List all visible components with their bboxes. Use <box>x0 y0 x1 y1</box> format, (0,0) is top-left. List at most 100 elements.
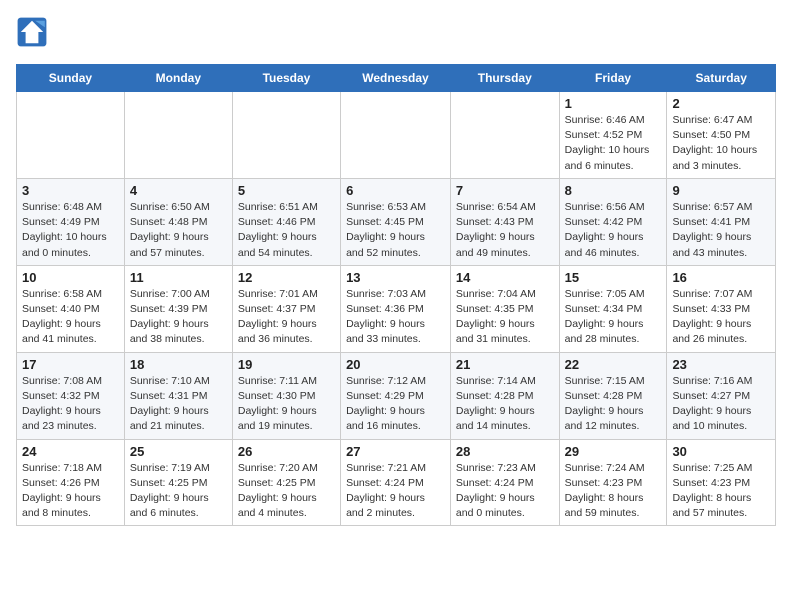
calendar-cell: 14Sunrise: 7:04 AM Sunset: 4:35 PM Dayli… <box>450 265 559 352</box>
day-info: Sunrise: 7:20 AM Sunset: 4:25 PM Dayligh… <box>238 461 335 522</box>
day-info: Sunrise: 6:54 AM Sunset: 4:43 PM Dayligh… <box>456 200 554 261</box>
day-info: Sunrise: 7:23 AM Sunset: 4:24 PM Dayligh… <box>456 461 554 522</box>
calendar-cell <box>450 92 559 179</box>
day-info: Sunrise: 7:08 AM Sunset: 4:32 PM Dayligh… <box>22 374 119 435</box>
day-number: 3 <box>22 183 119 198</box>
day-info: Sunrise: 7:01 AM Sunset: 4:37 PM Dayligh… <box>238 287 335 348</box>
day-number: 8 <box>565 183 662 198</box>
calendar-week-row: 10 Sunrise: 6:58 AM Sunset: 4:40 PM Dayli… <box>17 265 776 352</box>
day-number: 15 <box>565 270 662 285</box>
day-number: 21 <box>456 357 554 372</box>
day-info: Sunrise: 7:24 AM Sunset: 4:23 PM Dayligh… <box>565 461 662 522</box>
day-number: 10 <box>22 270 119 285</box>
calendar-cell: 21 Sunrise: 7:14 AM Sunset: 4:28 PM Dayli… <box>450 352 559 439</box>
day-number: 6 <box>346 183 445 198</box>
calendar-cell: 22 Sunrise: 7:15 AM Sunset: 4:28 PM Dayli… <box>559 352 667 439</box>
calendar-cell <box>124 92 232 179</box>
day-number: 16 <box>672 270 770 285</box>
logo-icon <box>16 16 48 48</box>
day-number: 29 <box>565 444 662 459</box>
calendar-cell: 20 Sunrise: 7:12 AM Sunset: 4:29 PM Dayli… <box>341 352 451 439</box>
weekday-header-row: SundayMondayTuesdayWednesdayThursdayFrid… <box>17 65 776 92</box>
weekday-header: Friday <box>559 65 667 92</box>
logo <box>16 16 52 48</box>
calendar-cell: 30Sunrise: 7:25 AM Sunset: 4:23 PM Dayli… <box>667 439 776 526</box>
day-info: Sunrise: 6:51 AM Sunset: 4:46 PM Dayligh… <box>238 200 335 261</box>
day-number: 26 <box>238 444 335 459</box>
calendar-week-row: 17 Sunrise: 7:08 AM Sunset: 4:32 PM Dayli… <box>17 352 776 439</box>
day-info: Sunrise: 6:58 AM Sunset: 4:40 PM Dayligh… <box>22 287 119 348</box>
calendar-cell: 10 Sunrise: 6:58 AM Sunset: 4:40 PM Dayli… <box>17 265 125 352</box>
calendar-cell: 23 Sunrise: 7:16 AM Sunset: 4:27 PM Dayli… <box>667 352 776 439</box>
day-number: 27 <box>346 444 445 459</box>
calendar-cell: 7 Sunrise: 6:54 AM Sunset: 4:43 PM Daylig… <box>450 178 559 265</box>
calendar-cell: 12 Sunrise: 7:01 AM Sunset: 4:37 PM Dayli… <box>232 265 340 352</box>
day-info: Sunrise: 7:00 AM Sunset: 4:39 PM Dayligh… <box>130 287 227 348</box>
day-info: Sunrise: 7:25 AM Sunset: 4:23 PM Dayligh… <box>672 461 770 522</box>
day-number: 23 <box>672 357 770 372</box>
day-number: 12 <box>238 270 335 285</box>
day-number: 1 <box>565 96 662 111</box>
calendar-cell: 17 Sunrise: 7:08 AM Sunset: 4:32 PM Dayli… <box>17 352 125 439</box>
calendar-cell: 16Sunrise: 7:07 AM Sunset: 4:33 PM Dayli… <box>667 265 776 352</box>
calendar-week-row: 1 Sunrise: 6:46 AM Sunset: 4:52 PM Daylig… <box>17 92 776 179</box>
calendar-cell: 28 Sunrise: 7:23 AM Sunset: 4:24 PM Dayli… <box>450 439 559 526</box>
day-number: 28 <box>456 444 554 459</box>
day-number: 4 <box>130 183 227 198</box>
day-info: Sunrise: 7:03 AM Sunset: 4:36 PM Dayligh… <box>346 287 445 348</box>
day-number: 2 <box>672 96 770 111</box>
calendar-cell: 18 Sunrise: 7:10 AM Sunset: 4:31 PM Dayli… <box>124 352 232 439</box>
day-info: Sunrise: 6:53 AM Sunset: 4:45 PM Dayligh… <box>346 200 445 261</box>
day-info: Sunrise: 7:10 AM Sunset: 4:31 PM Dayligh… <box>130 374 227 435</box>
day-number: 5 <box>238 183 335 198</box>
calendar-cell: 5 Sunrise: 6:51 AM Sunset: 4:46 PM Daylig… <box>232 178 340 265</box>
day-info: Sunrise: 7:12 AM Sunset: 4:29 PM Dayligh… <box>346 374 445 435</box>
calendar-cell <box>341 92 451 179</box>
top-bar <box>16 16 776 56</box>
day-info: Sunrise: 7:19 AM Sunset: 4:25 PM Dayligh… <box>130 461 227 522</box>
calendar-cell: 13 Sunrise: 7:03 AM Sunset: 4:36 PM Dayli… <box>341 265 451 352</box>
weekday-header: Saturday <box>667 65 776 92</box>
day-number: 20 <box>346 357 445 372</box>
day-number: 24 <box>22 444 119 459</box>
day-info: Sunrise: 7:11 AM Sunset: 4:30 PM Dayligh… <box>238 374 335 435</box>
day-number: 9 <box>672 183 770 198</box>
day-info: Sunrise: 6:50 AM Sunset: 4:48 PM Dayligh… <box>130 200 227 261</box>
weekday-header: Wednesday <box>341 65 451 92</box>
day-info: Sunrise: 7:18 AM Sunset: 4:26 PM Dayligh… <box>22 461 119 522</box>
calendar-cell: 27 Sunrise: 7:21 AM Sunset: 4:24 PM Dayli… <box>341 439 451 526</box>
day-info: Sunrise: 7:14 AM Sunset: 4:28 PM Dayligh… <box>456 374 554 435</box>
day-info: Sunrise: 6:57 AM Sunset: 4:41 PM Dayligh… <box>672 200 770 261</box>
calendar-cell: 25Sunrise: 7:19 AM Sunset: 4:25 PM Dayli… <box>124 439 232 526</box>
day-number: 18 <box>130 357 227 372</box>
day-number: 13 <box>346 270 445 285</box>
day-info: Sunrise: 6:46 AM Sunset: 4:52 PM Dayligh… <box>565 113 662 174</box>
calendar-week-row: 24 Sunrise: 7:18 AM Sunset: 4:26 PM Dayli… <box>17 439 776 526</box>
calendar-cell: 11 Sunrise: 7:00 AM Sunset: 4:39 PM Dayli… <box>124 265 232 352</box>
calendar-cell: 29 Sunrise: 7:24 AM Sunset: 4:23 PM Dayli… <box>559 439 667 526</box>
day-number: 22 <box>565 357 662 372</box>
day-number: 11 <box>130 270 227 285</box>
day-info: Sunrise: 7:04 AM Sunset: 4:35 PM Dayligh… <box>456 287 554 348</box>
calendar-cell: 24 Sunrise: 7:18 AM Sunset: 4:26 PM Dayli… <box>17 439 125 526</box>
calendar-cell: 2 Sunrise: 6:47 AM Sunset: 4:50 PM Daylig… <box>667 92 776 179</box>
calendar-cell <box>17 92 125 179</box>
day-info: Sunrise: 6:48 AM Sunset: 4:49 PM Dayligh… <box>22 200 119 261</box>
calendar-cell: 1 Sunrise: 6:46 AM Sunset: 4:52 PM Daylig… <box>559 92 667 179</box>
day-info: Sunrise: 6:56 AM Sunset: 4:42 PM Dayligh… <box>565 200 662 261</box>
day-number: 7 <box>456 183 554 198</box>
calendar-cell <box>232 92 340 179</box>
calendar-cell: 26 Sunrise: 7:20 AM Sunset: 4:25 PM Dayli… <box>232 439 340 526</box>
weekday-header: Monday <box>124 65 232 92</box>
day-info: Sunrise: 7:15 AM Sunset: 4:28 PM Dayligh… <box>565 374 662 435</box>
calendar-cell: 4 Sunrise: 6:50 AM Sunset: 4:48 PM Daylig… <box>124 178 232 265</box>
calendar-cell: 15Sunrise: 7:05 AM Sunset: 4:34 PM Dayli… <box>559 265 667 352</box>
day-info: Sunrise: 6:47 AM Sunset: 4:50 PM Dayligh… <box>672 113 770 174</box>
calendar-cell: 3 Sunrise: 6:48 AM Sunset: 4:49 PM Daylig… <box>17 178 125 265</box>
day-info: Sunrise: 7:16 AM Sunset: 4:27 PM Dayligh… <box>672 374 770 435</box>
weekday-header: Tuesday <box>232 65 340 92</box>
calendar-cell: 6 Sunrise: 6:53 AM Sunset: 4:45 PM Daylig… <box>341 178 451 265</box>
day-number: 19 <box>238 357 335 372</box>
day-info: Sunrise: 7:21 AM Sunset: 4:24 PM Dayligh… <box>346 461 445 522</box>
day-number: 17 <box>22 357 119 372</box>
